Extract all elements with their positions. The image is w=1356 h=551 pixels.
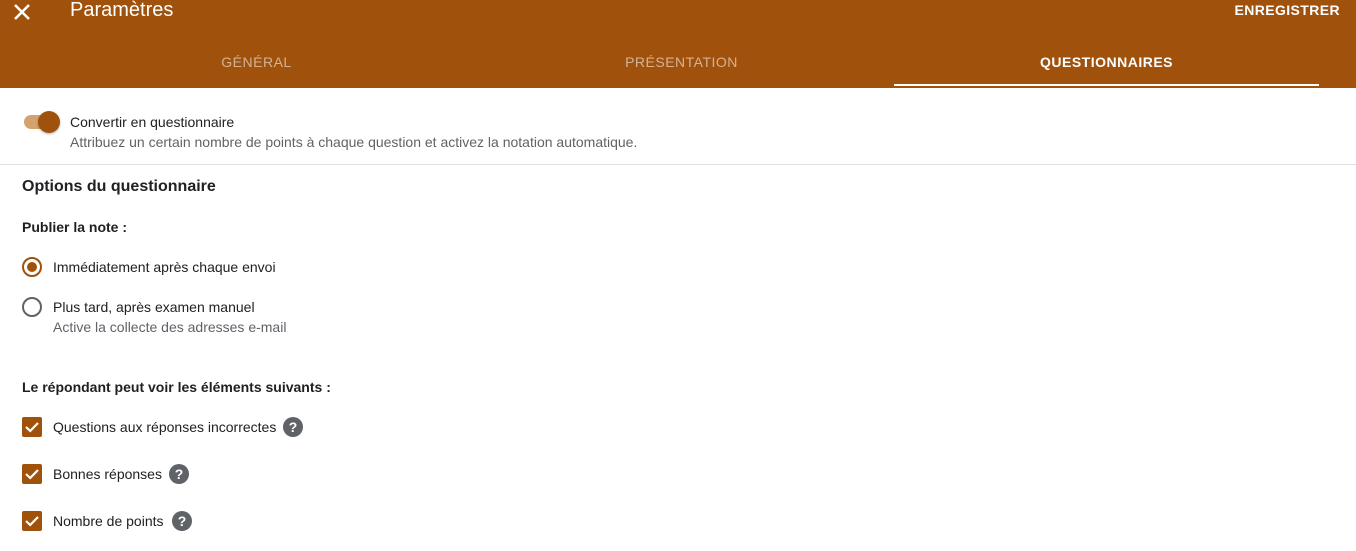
tab-general[interactable]: GÉNÉRAL (44, 54, 469, 88)
radio-later[interactable] (22, 297, 42, 317)
page-title: Paramètres (70, 0, 174, 21)
tab-quizzes[interactable]: QUESTIONNAIRES (894, 54, 1319, 88)
checkbox-correct-answers-label[interactable]: Bonnes réponses (53, 466, 162, 482)
checkbox-missed-questions-label[interactable]: Questions aux réponses incorrectes (53, 419, 276, 435)
toggle-thumb (38, 111, 60, 133)
quiz-toggle-description: Attribuez un certain nombre de points à … (70, 134, 638, 150)
radio-later-description: Active la collecte des adresses e-mail (53, 319, 287, 335)
release-grade-label: Publier la note : (22, 219, 128, 235)
app-header: Paramètres ENREGISTRER GÉNÉRAL PRÉSENTAT… (0, 0, 1356, 88)
radio-immediately[interactable] (22, 257, 42, 277)
svg-text:?: ? (175, 466, 184, 482)
check-icon (25, 469, 39, 480)
checkbox-point-values-label[interactable]: Nombre de points (53, 513, 164, 529)
svg-text:?: ? (178, 513, 187, 529)
check-icon (25, 516, 39, 527)
checkbox-point-values[interactable] (22, 511, 42, 531)
respondent-sees-label: Le répondant peut voir les éléments suiv… (22, 379, 331, 395)
save-button[interactable]: ENREGISTRER (1234, 2, 1340, 18)
close-button[interactable] (10, 0, 34, 24)
section-title: Options du questionnaire (22, 178, 216, 195)
radio-immediately-label[interactable]: Immédiatement après chaque envoi (53, 259, 276, 275)
checkbox-missed-questions[interactable] (22, 417, 42, 437)
quiz-toggle-row: Convertir en questionnaire Attribuez un … (0, 88, 1356, 165)
help-icon[interactable]: ? (168, 463, 190, 485)
quiz-toggle-label: Convertir en questionnaire (70, 114, 235, 130)
check-icon (25, 422, 39, 433)
svg-text:?: ? (289, 419, 298, 435)
active-tab-indicator (894, 84, 1319, 86)
close-icon (14, 4, 30, 20)
help-icon[interactable]: ? (282, 416, 304, 438)
tab-presentation[interactable]: PRÉSENTATION (469, 54, 894, 88)
help-icon[interactable]: ? (171, 510, 193, 532)
quiz-toggle-switch[interactable] (22, 111, 60, 133)
checkbox-correct-answers[interactable] (22, 464, 42, 484)
radio-later-label[interactable]: Plus tard, après examen manuel (53, 299, 255, 315)
